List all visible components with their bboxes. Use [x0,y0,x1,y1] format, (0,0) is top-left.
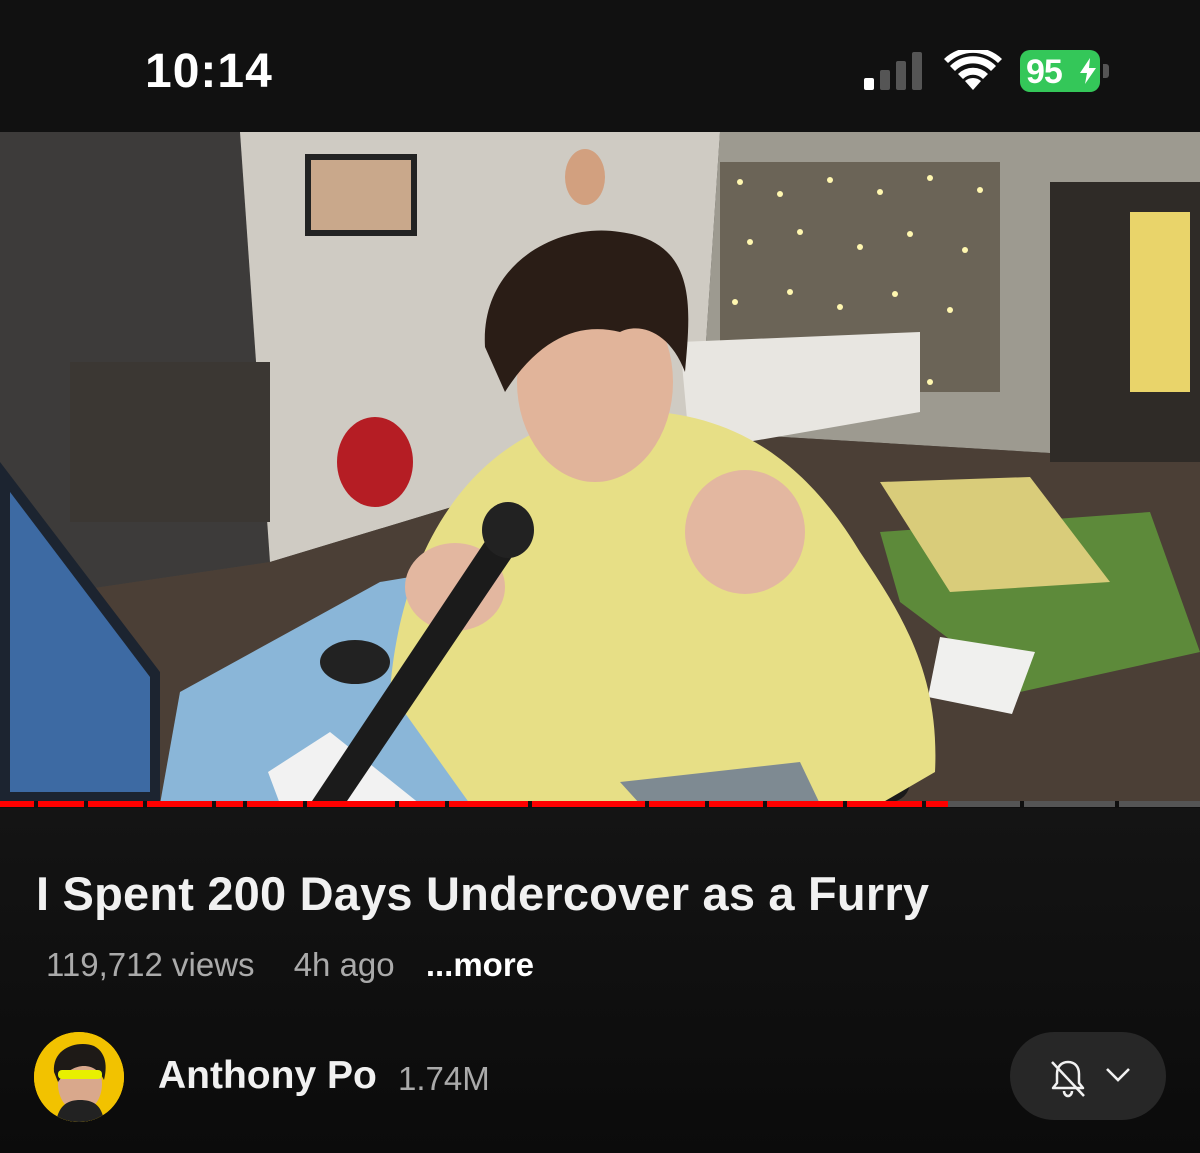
chapter-divider [84,801,88,807]
status-time: 10:14 [145,45,273,98]
chevron-down-icon [1106,1068,1130,1082]
chapter-divider [705,801,709,807]
chapter-divider [212,801,216,807]
video-info-panel: I Spent 200 Days Undercover as a Furry 1… [0,808,1200,1153]
chapter-divider [395,801,399,807]
video-frame [0,132,1200,804]
subscriber-count: 1.74M [398,1060,490,1097]
video-progress-bar[interactable] [0,801,1200,807]
video-player[interactable] [0,132,1200,804]
battery-percent: 95 [1026,53,1063,91]
wifi-icon [944,50,1002,90]
view-count: 119,712 views [46,946,255,983]
chapter-divider [922,801,926,807]
channel-name[interactable]: Anthony Po [158,1054,377,1098]
battery-charging-icon: 95 [1020,50,1110,92]
chapter-divider [34,801,38,807]
battery-cap [1103,64,1109,78]
bell-off-icon [1051,1060,1085,1098]
chapter-divider [1115,801,1119,807]
more-link[interactable]: ...more [426,946,534,983]
chapter-divider [243,801,247,807]
upload-age: 4h ago [293,946,395,983]
chapter-divider [528,801,532,807]
chapter-divider [143,801,147,807]
chapter-divider [1020,801,1024,807]
avatar-image [34,1032,124,1122]
chapter-divider [445,801,449,807]
video-meta[interactable]: 119,712 views 4h ago ...more [46,946,564,984]
video-title[interactable]: I Spent 200 Days Undercover as a Furry [36,866,929,921]
channel-avatar[interactable] [34,1032,124,1122]
chapter-divider [843,801,847,807]
chapter-divider [763,801,767,807]
status-bar: 10:14 95 [0,0,1200,132]
chapter-divider [303,801,307,807]
cellular-signal-icon [864,52,922,90]
charging-bolt-icon [1080,58,1096,84]
chapter-divider [645,801,649,807]
subscription-notification-button[interactable] [1010,1032,1166,1120]
